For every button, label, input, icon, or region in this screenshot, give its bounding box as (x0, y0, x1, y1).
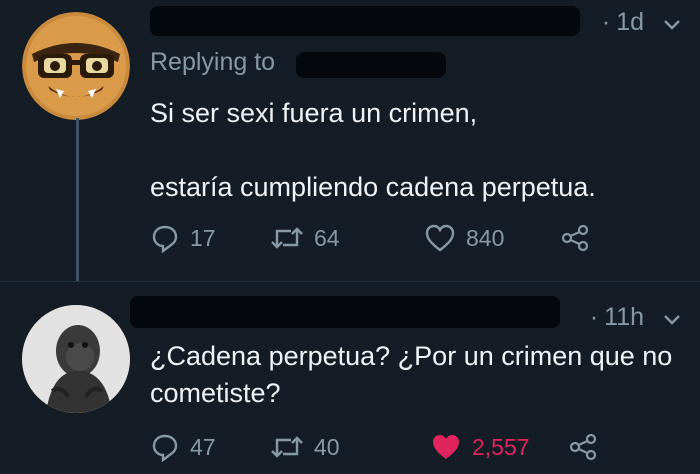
chevron-down-icon[interactable] (662, 308, 682, 328)
separator-dot: · (589, 303, 599, 331)
reply-icon (150, 223, 180, 253)
tweet-meta: · 1d (602, 8, 682, 37)
redacted-username-2 (130, 296, 560, 328)
reply-count: 17 (190, 224, 216, 251)
tweet-timestamp[interactable]: 11h (604, 303, 644, 332)
retweet-icon (270, 223, 304, 253)
retweet-icon (270, 432, 304, 462)
like-icon (430, 432, 462, 462)
tweet-text-2: ¿Cadena perpetua? ¿Por un crimen que no … (150, 341, 673, 408)
retweet-button[interactable]: 40 (270, 432, 430, 462)
reply-button[interactable]: 17 (150, 223, 270, 253)
tweet-text: Si ser sexi fuera un crimen, estaría cum… (150, 98, 596, 202)
tweet-actions-2: 47 40 2,557 (150, 432, 598, 462)
tweet-timestamp[interactable]: 1d (616, 8, 644, 37)
replying-to: Replying to (150, 48, 275, 77)
share-icon (568, 432, 598, 462)
tweet-1[interactable]: · 1d Replying to Si ser sexi fuera un cr… (0, 0, 700, 282)
redacted-username (150, 6, 580, 36)
share-icon (560, 223, 590, 253)
retweet-button[interactable]: 64 (270, 223, 424, 253)
reply-count: 47 (190, 433, 216, 460)
thread-connector-line (76, 118, 79, 282)
twitter-thread: · 1d Replying to Si ser sexi fuera un cr… (0, 0, 700, 474)
like-count: 2,557 (472, 433, 530, 460)
retweet-count: 40 (314, 433, 340, 460)
avatar-seal-statue[interactable] (22, 305, 130, 413)
reply-button[interactable]: 47 (150, 432, 270, 462)
chevron-down-icon[interactable] (662, 13, 682, 33)
share-button[interactable] (560, 223, 590, 253)
reply-icon (150, 432, 180, 462)
redacted-mention (296, 52, 446, 78)
share-button[interactable] (568, 432, 598, 462)
like-button[interactable]: 2,557 (430, 432, 568, 462)
like-button[interactable]: 840 (424, 223, 560, 253)
retweet-count: 64 (314, 224, 340, 251)
tweet-meta-2: · 11h (590, 303, 682, 332)
separator-dot: · (601, 8, 611, 36)
replying-to-label: Replying to (150, 48, 276, 76)
like-count: 840 (466, 224, 505, 251)
avatar-cartoon-sunglasses[interactable] (22, 12, 130, 120)
tweet-actions: 17 64 840 (150, 223, 590, 253)
like-icon (424, 223, 456, 253)
